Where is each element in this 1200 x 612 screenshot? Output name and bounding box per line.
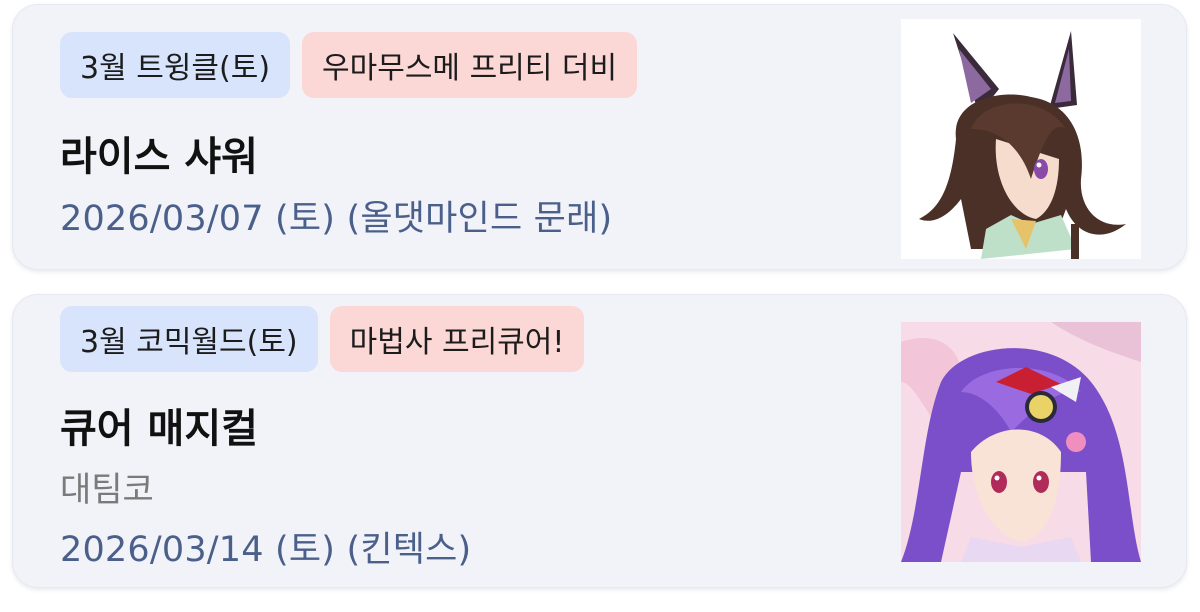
series-tag[interactable]: 마법사 프리큐어! <box>329 306 585 372</box>
card-title: 큐어 매지컬 <box>60 406 258 452</box>
tag-row: 3월 코믹월드(토) 마법사 프리큐어! <box>60 306 585 372</box>
event-date: 2026/03/07 (토) (올댓마인드 문래) <box>60 199 613 239</box>
tag-row: 3월 트윙클(토) 우마무스메 프리티 더비 <box>60 32 638 98</box>
card-title: 라이스 샤워 <box>60 134 258 180</box>
character-portrait-icon <box>901 322 1141 562</box>
character-thumbnail[interactable] <box>901 322 1141 562</box>
event-tag[interactable]: 3월 트윙클(토) <box>60 32 291 98</box>
series-tag[interactable]: 우마무스메 프리티 더비 <box>302 32 638 98</box>
card-subtitle: 대팀코 <box>60 470 154 510</box>
character-portrait-icon <box>901 19 1141 259</box>
event-date: 2026/03/14 (토) (킨텍스) <box>60 530 472 570</box>
character-thumbnail[interactable] <box>901 19 1141 259</box>
event-tag[interactable]: 3월 코믹월드(토) <box>60 306 318 372</box>
